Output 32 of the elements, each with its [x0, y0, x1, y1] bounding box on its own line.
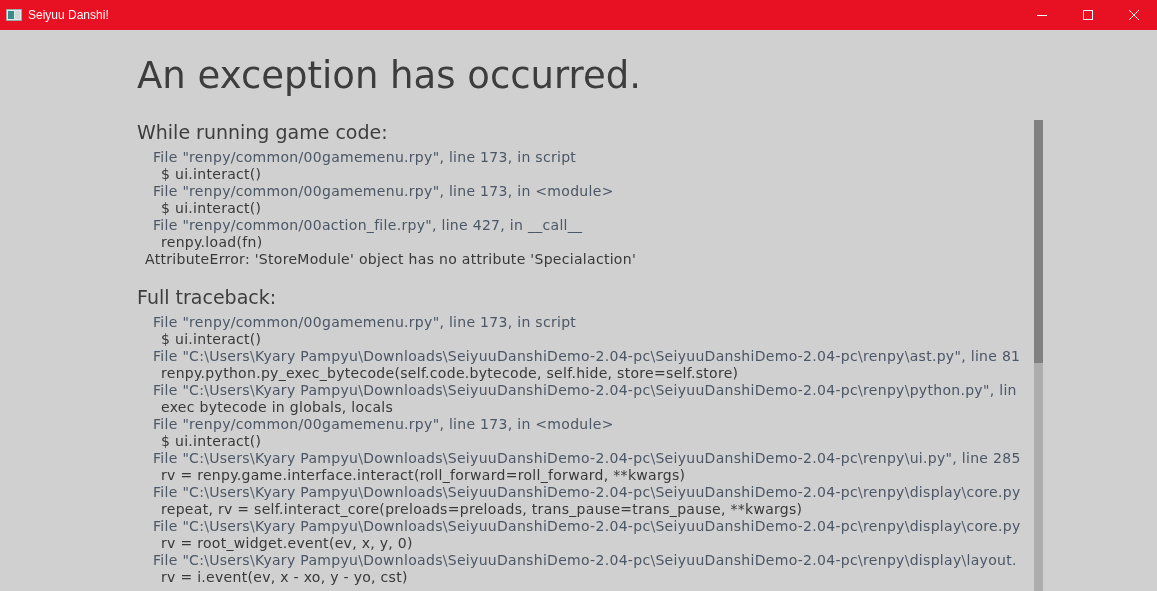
error-message: AttributeError: 'StoreModule' object has no attribute 'Specialaction'	[145, 251, 637, 268]
traceback-file-line: File "C:\Users\Kyary Pampyu\Downloads\SeiyuuDanshiDemo-2.04-pc\SeiyuuDanshiDemo-2.04-pc\renpy\display\core.py	[153, 518, 1021, 535]
traceback-file-line: File "C:\Users\Kyary Pampyu\Downloads\SeiyuuDanshiDemo-2.04-pc\SeiyuuDanshiDemo-2.04-pc\renpy\display\layout.	[153, 552, 1017, 569]
traceback-code-line: $ ui.interact()	[161, 331, 262, 348]
traceback-code-line: renpy.load(fn)	[161, 234, 263, 251]
traceback-code-line: $ ui.interact()	[161, 166, 262, 183]
window-title: Seiyuu Danshi!	[28, 8, 109, 22]
traceback-file-line: File "renpy/common/00gamemenu.rpy", line 173, in script	[153, 149, 577, 166]
traceback-code-line: repeat, rv = self.interact_core(preloads=preloads, trans_pause=trans_pause, **kwargs)	[161, 501, 803, 518]
section-title: Full traceback:	[137, 285, 278, 309]
traceback-file-line: File "renpy/common/00action_file.rpy", line 427, in __call__	[153, 217, 583, 234]
scrollbar[interactable]	[1034, 120, 1043, 591]
traceback-code-line: rv = i.event(ev, x - xo, y - yo, cst)	[161, 569, 408, 586]
traceback-file-line: File "C:\Users\Kyary Pampyu\Downloads\SeiyuuDanshiDemo-2.04-pc\SeiyuuDanshiDemo-2.04-pc\renpy\python.py", lin	[153, 382, 1017, 399]
traceback-code-line: rv = renpy.game.interface.interact(roll_forward=roll_forward, **kwargs)	[161, 467, 686, 484]
exception-heading: An exception has occurred.	[137, 53, 643, 99]
traceback-code-line: renpy.python.py_exec_bytecode(self.code.bytecode, self.hide, store=self.store)	[161, 365, 739, 382]
traceback-file-line: File "renpy/common/00gamemenu.rpy", line 173, in script	[153, 314, 577, 331]
traceback-file-line: File "C:\Users\Kyary Pampyu\Downloads\SeiyuuDanshiDemo-2.04-pc\SeiyuuDanshiDemo-2.04-pc\renpy\ui.py", line 285	[153, 450, 1021, 467]
scrollbar-thumb[interactable]	[1034, 120, 1043, 363]
traceback-file-line: File "renpy/common/00gamemenu.rpy", line 173, in <module>	[153, 183, 614, 200]
traceback-file-line: File "renpy/common/00gamemenu.rpy", line 173, in <module>	[153, 416, 614, 433]
traceback-code-line: $ ui.interact()	[161, 200, 262, 217]
section-title: While running game code:	[137, 120, 389, 144]
app-icon	[6, 9, 22, 21]
traceback-code-line: exec bytecode in globals, locals	[161, 399, 394, 416]
traceback-code-line: $ ui.interact()	[161, 433, 262, 450]
traceback-code-line: rv = root_widget.event(ev, x, y, 0)	[161, 535, 413, 552]
maximize-icon	[1083, 10, 1093, 20]
traceback-file-line: File "C:\Users\Kyary Pampyu\Downloads\SeiyuuDanshiDemo-2.04-pc\SeiyuuDanshiDemo-2.04-pc\renpy\ast.py", line 81	[153, 348, 1021, 365]
close-icon	[1129, 10, 1139, 20]
traceback-file-line: File "C:\Users\Kyary Pampyu\Downloads\SeiyuuDanshiDemo-2.04-pc\SeiyuuDanshiDemo-2.04-pc\renpy\display\core.py	[153, 484, 1021, 501]
